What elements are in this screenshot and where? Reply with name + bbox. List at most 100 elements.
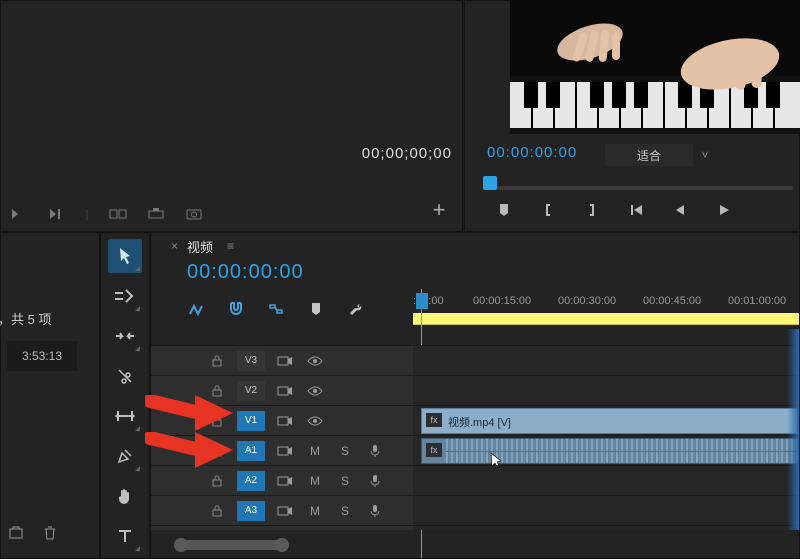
meter-icon: [413, 526, 799, 530]
track-row-a1: A1 M S fx: [151, 435, 799, 465]
chevron-down-icon[interactable]: ˅: [695, 146, 715, 164]
track-label-v3[interactable]: V3: [237, 351, 265, 371]
overwrite-icon[interactable]: [145, 205, 167, 223]
linked-selection-icon[interactable]: [265, 299, 287, 319]
track-row-master: 主声道 0.0: [151, 525, 799, 530]
panel-menu-icon[interactable]: ≡: [227, 239, 234, 253]
tools-palette: [100, 232, 150, 559]
timeline-tracks: V3 V2 V1: [151, 329, 799, 530]
source-timecode: 00;00;00;00: [362, 145, 452, 162]
source-patch-icon[interactable]: [275, 441, 295, 461]
slip-tool[interactable]: [108, 399, 142, 433]
settings-wrench-icon[interactable]: [345, 299, 367, 319]
divider: |: [83, 205, 91, 223]
out-bracket-icon[interactable]: [583, 201, 601, 219]
source-bottom-toolbar: |: [7, 205, 205, 223]
close-tab-icon[interactable]: ×: [171, 239, 178, 253]
source-patch-icon[interactable]: [275, 501, 295, 521]
source-patch-icon[interactable]: [275, 351, 295, 371]
insert-icon[interactable]: [107, 205, 129, 223]
waveform: [446, 439, 798, 463]
ruler-tick: 00:00:45:00: [643, 295, 701, 307]
razor-tool[interactable]: [108, 359, 142, 393]
lock-icon[interactable]: [211, 414, 227, 428]
mark-in-icon[interactable]: [7, 205, 29, 223]
source-monitor-panel: 00;00;00;00 | +: [0, 0, 463, 232]
in-bracket-icon[interactable]: [539, 201, 557, 219]
program-transport: [465, 195, 799, 225]
track-row-a2: A2 M S: [151, 465, 799, 495]
eye-icon[interactable]: [305, 411, 325, 431]
clip-duration: 3:53:13: [7, 341, 77, 371]
eye-icon[interactable]: [305, 381, 325, 401]
fx-badge: fx: [426, 413, 442, 427]
magnet-icon[interactable]: [225, 299, 247, 319]
source-patch-icon[interactable]: [275, 381, 295, 401]
add-button[interactable]: +: [428, 199, 450, 221]
markers-icon[interactable]: [305, 299, 327, 319]
lock-icon[interactable]: [211, 384, 227, 398]
mic-icon[interactable]: [365, 441, 385, 461]
program-preview: [510, 0, 800, 134]
fx-badge: fx: [426, 443, 442, 457]
lock-icon[interactable]: [211, 474, 227, 488]
trash-icon[interactable]: [41, 524, 59, 542]
timeline-ruler[interactable]: :00:00 00:00:15:00 00:00:30:00 00:00:45:…: [413, 293, 799, 327]
lock-icon[interactable]: [211, 504, 227, 518]
track-row-v3: V3: [151, 345, 799, 375]
marker-icon[interactable]: [495, 201, 513, 219]
source-patch-icon[interactable]: [275, 471, 295, 491]
source-patch-icon[interactable]: [275, 411, 295, 431]
video-clip[interactable]: fx 视频.mp4 [V]: [421, 408, 799, 434]
selection-count-label: 择，共 5 项: [0, 309, 105, 328]
mic-icon[interactable]: [365, 501, 385, 521]
vertical-scroll[interactable]: [787, 329, 799, 530]
mute-button[interactable]: M: [305, 471, 325, 491]
new-item-icon[interactable]: [7, 524, 25, 542]
sequence-tab[interactable]: 视频: [187, 237, 213, 256]
track-row-v2: V2: [151, 375, 799, 405]
ruler-tick: 00:00:30:00: [558, 295, 616, 307]
track-row-v1: V1 fx 视频.mp4 [V]: [151, 405, 799, 435]
pen-tool[interactable]: [108, 439, 142, 473]
timeline-toolbar: [185, 299, 367, 319]
track-label-v2[interactable]: V2: [237, 381, 265, 401]
track-label-v1[interactable]: V1: [237, 411, 265, 431]
type-tool[interactable]: [108, 519, 142, 553]
timeline-zoom-scroll[interactable]: [181, 538, 789, 552]
snap-icon[interactable]: [185, 299, 207, 319]
clip-label: 视频.mp4 [V]: [448, 414, 511, 430]
lock-icon[interactable]: [211, 354, 227, 368]
mute-button[interactable]: M: [305, 441, 325, 461]
mute-button[interactable]: M: [305, 501, 325, 521]
mark-out-icon[interactable]: [45, 205, 67, 223]
play-icon[interactable]: [715, 201, 733, 219]
go-to-in-icon[interactable]: [627, 201, 645, 219]
zoom-fit-select[interactable]: 适合: [605, 144, 693, 166]
track-row-a3: A3 M S: [151, 495, 799, 525]
solo-button[interactable]: S: [335, 471, 355, 491]
step-forward-icon[interactable]: [759, 201, 777, 219]
audio-clip[interactable]: fx: [421, 438, 799, 464]
mic-icon[interactable]: [365, 471, 385, 491]
timeline-panel: × 视频 ≡ 00:00:00:00 :00:00 00:00:15:00 00…: [150, 232, 800, 559]
program-timecode: 00:00:00:00: [487, 144, 577, 161]
track-label-a1[interactable]: A1: [237, 441, 265, 461]
timeline-timecode[interactable]: 00:00:00:00: [187, 261, 304, 284]
hand-tool[interactable]: [108, 479, 142, 513]
eye-icon[interactable]: [305, 351, 325, 371]
project-panel-partial: 择，共 5 项 3:53:13: [0, 232, 100, 559]
track-label-a3[interactable]: A3: [237, 501, 265, 521]
program-playhead-knob[interactable]: [483, 176, 497, 190]
ripple-edit-tool[interactable]: [108, 319, 142, 353]
ruler-tick: 00:00:15:00: [473, 295, 531, 307]
solo-button[interactable]: S: [335, 501, 355, 521]
track-select-forward-tool[interactable]: [108, 279, 142, 313]
step-back-icon[interactable]: [671, 201, 689, 219]
track-label-a2[interactable]: A2: [237, 471, 265, 491]
lock-icon[interactable]: [211, 444, 227, 458]
solo-button[interactable]: S: [335, 441, 355, 461]
ruler-tick: 00:01:00:00: [728, 295, 786, 307]
export-frame-icon[interactable]: [183, 205, 205, 223]
selection-tool[interactable]: [108, 239, 142, 273]
